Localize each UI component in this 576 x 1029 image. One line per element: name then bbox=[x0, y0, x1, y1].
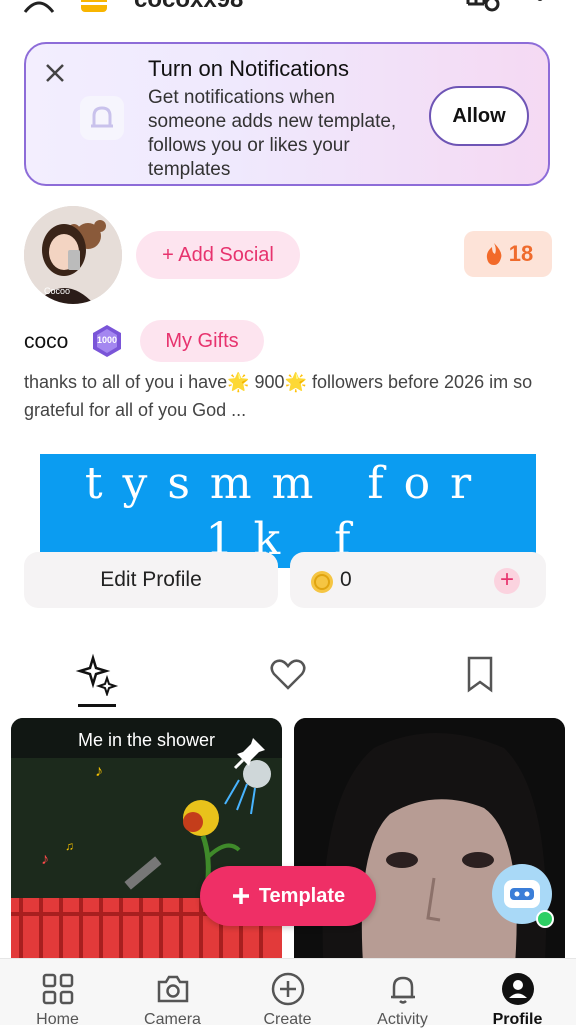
profile-name: coco bbox=[24, 330, 69, 353]
tools-icon[interactable] bbox=[464, 0, 500, 18]
close-icon[interactable] bbox=[44, 62, 66, 84]
notification-title: Turn on Notifications bbox=[148, 56, 349, 81]
top-bar: cocoxx98 bbox=[0, 0, 576, 30]
create-template-label: Template bbox=[258, 884, 346, 907]
nav-profile-label: Profile bbox=[492, 1011, 543, 1028]
streak-count: 18 bbox=[508, 241, 534, 266]
edit-profile-button[interactable]: Edit Profile bbox=[24, 552, 278, 608]
fire-icon bbox=[486, 243, 502, 265]
bell-icon bbox=[391, 976, 415, 1004]
nav-camera-label: Camera bbox=[144, 1011, 201, 1028]
my-gifts-button[interactable]: My Gifts bbox=[140, 320, 264, 362]
bottom-nav: Home Camera Create Activity Profile bbox=[0, 958, 576, 1028]
camera-icon bbox=[157, 975, 189, 1003]
add-social-button[interactable]: + Add Social bbox=[136, 231, 300, 279]
bookmark-icon[interactable] bbox=[458, 652, 502, 696]
add-coins-icon[interactable]: + bbox=[494, 568, 520, 594]
grid-icon bbox=[42, 973, 74, 1005]
notification-body: Get notifications when someone adds new … bbox=[148, 87, 397, 180]
active-tab-indicator bbox=[78, 704, 116, 707]
badge-icon[interactable] bbox=[80, 0, 108, 14]
nav-profile[interactable]: Profile bbox=[460, 959, 575, 1028]
template-card[interactable] bbox=[294, 718, 565, 978]
top-username: cocoxx98 bbox=[134, 0, 243, 14]
avatar[interactable]: Cocoo bbox=[24, 206, 122, 304]
banner-line-1: tysmm for bbox=[84, 458, 492, 509]
svg-text:♫: ♫ bbox=[65, 839, 74, 853]
avatar-caption: Cocoo bbox=[44, 286, 71, 296]
nav-activity-label: Activity bbox=[377, 1011, 428, 1028]
pin-icon[interactable] bbox=[233, 734, 269, 770]
online-indicator bbox=[536, 910, 554, 928]
edit-profile-label: Edit Profile bbox=[100, 568, 202, 591]
level-badge[interactable]: 1000 bbox=[90, 324, 124, 358]
create-template-button[interactable]: Template bbox=[200, 866, 376, 926]
coins-button[interactable]: 0 + bbox=[290, 552, 546, 608]
bell-icon bbox=[80, 96, 124, 140]
svg-text:♪: ♪ bbox=[95, 763, 103, 780]
nav-home[interactable]: Home bbox=[0, 959, 115, 1028]
streak-badge[interactable]: 18 bbox=[464, 231, 552, 277]
plus-circle-icon bbox=[271, 972, 305, 1006]
coin-count: 0 bbox=[340, 568, 352, 591]
profile-icon bbox=[502, 973, 534, 1005]
profile-bio[interactable]: thanks to all of you i have🌟 900🌟 follow… bbox=[24, 368, 544, 424]
nav-create[interactable]: Create bbox=[230, 959, 345, 1028]
sparkles-icon[interactable] bbox=[75, 652, 119, 696]
notification-banner: Turn on Notifications Get notifications … bbox=[24, 42, 550, 186]
nav-camera[interactable]: Camera bbox=[115, 959, 230, 1028]
sticker-banner: tysmm for 1k f bbox=[40, 454, 536, 568]
card-thumbnail bbox=[294, 718, 565, 978]
allow-button[interactable]: Allow bbox=[429, 86, 529, 146]
nav-activity[interactable]: Activity bbox=[345, 959, 460, 1028]
template-card[interactable]: ♪ ♪ ♫ Me in the shower bbox=[11, 718, 282, 978]
user-icon[interactable] bbox=[22, 0, 56, 14]
more-icon[interactable] bbox=[532, 0, 548, 16]
coin-icon bbox=[311, 571, 333, 593]
plus-icon bbox=[232, 888, 249, 904]
nav-create-label: Create bbox=[263, 1011, 312, 1028]
svg-text:♪: ♪ bbox=[41, 851, 49, 868]
nav-home-label: Home bbox=[36, 1011, 79, 1028]
heart-icon[interactable] bbox=[266, 652, 310, 696]
level-badge-value: 1000 bbox=[96, 335, 118, 345]
